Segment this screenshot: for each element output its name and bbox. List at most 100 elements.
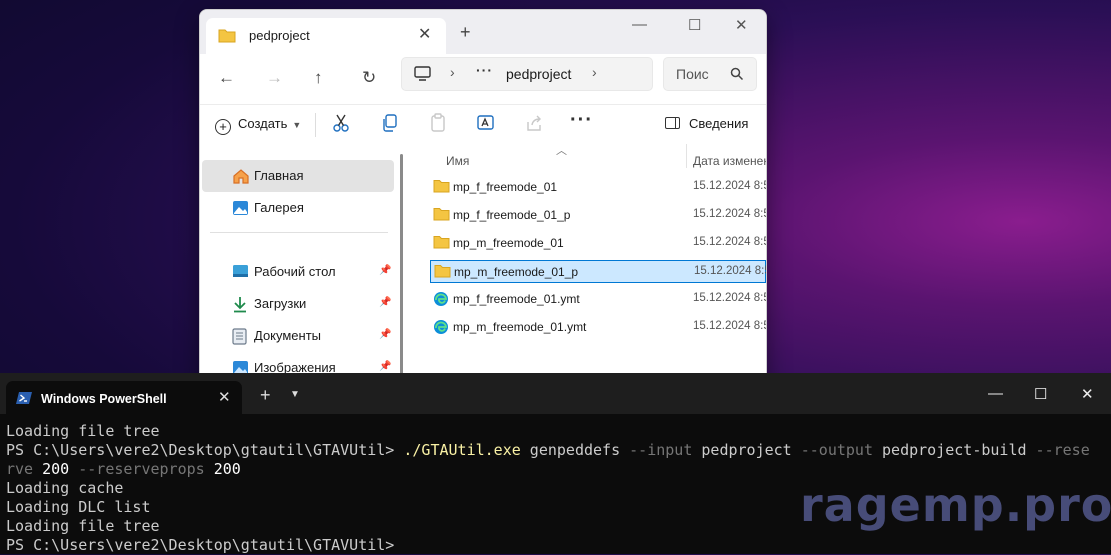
file-name: mp_m_freemode_01.ymt <box>453 320 587 334</box>
pin-icon[interactable]: 📌 <box>379 361 391 372</box>
command-flag: --rese <box>1035 441 1090 459</box>
sidebar-scrollbar[interactable] <box>398 144 408 390</box>
refresh-button[interactable]: ↻ <box>362 68 376 88</box>
column-header-name[interactable]: Имя <box>446 154 469 168</box>
file-row[interactable]: mp_m_freemode_01 15.12.2024 8:5 <box>430 232 766 255</box>
sidebar-item-gallery[interactable]: Галерея <box>202 192 394 224</box>
column-divider[interactable] <box>686 144 687 168</box>
navigation-pane: Главная Галерея Рабочий стол 📌 Загрузки … <box>200 144 398 390</box>
close-window-button[interactable]: ✕ <box>735 16 748 34</box>
details-pane-icon <box>665 117 680 129</box>
folder-icon <box>434 265 451 278</box>
cut-icon[interactable] <box>332 113 350 133</box>
powershell-icon <box>16 392 32 404</box>
sidebar-item-label: Галерея <box>254 200 304 215</box>
chevron-right-icon[interactable]: › <box>450 64 455 80</box>
file-row[interactable]: mp_m_freemode_01.ymt 15.12.2024 8:5 <box>430 316 766 339</box>
create-button[interactable]: + Создать ▼ <box>215 116 301 135</box>
file-date: 15.12.2024 8:5 <box>693 292 767 304</box>
terminal-titlebar: Windows PowerShell ✕ + ▼ — ☐ ✕ <box>0 373 1111 414</box>
pin-icon[interactable]: 📌 <box>379 297 391 308</box>
search-box[interactable]: Поис <box>663 57 757 91</box>
close-window-button[interactable]: ✕ <box>1081 385 1094 403</box>
create-label: Создать <box>238 116 288 131</box>
file-row[interactable]: mp_f_freemode_01.ymt 15.12.2024 8:5 <box>430 288 766 311</box>
more-options-button[interactable]: ··· <box>570 109 593 132</box>
file-row[interactable]: mp_f_freemode_01_p 15.12.2024 8:5 <box>430 204 766 227</box>
documents-icon <box>232 328 247 345</box>
terminal-tab-title: Windows PowerShell <box>41 392 167 406</box>
explorer-tab[interactable]: pedproject ✕ <box>206 18 446 54</box>
terminal-command-line: rve 200 --reserveprops 200 <box>6 460 1106 479</box>
details-button[interactable]: Сведения <box>665 116 748 131</box>
command-arg: 200 <box>204 460 241 478</box>
edge-file-icon <box>434 292 448 306</box>
prompt: PS C:\Users\vere2\Desktop\gtautil\GTAVUt… <box>6 441 404 459</box>
sidebar-item-label: Рабочий стол <box>254 264 336 279</box>
sidebar-item-label: Главная <box>254 168 304 183</box>
breadcrumb-overflow[interactable]: ··· <box>476 62 493 78</box>
sidebar-item-label: Документы <box>254 328 322 343</box>
file-name: mp_f_freemode_01.ymt <box>453 292 580 306</box>
breadcrumb-current[interactable]: pedproject <box>506 66 571 82</box>
command-flag: --output <box>800 441 873 459</box>
pin-icon[interactable]: 📌 <box>379 265 391 276</box>
command-flag: --input <box>629 441 693 459</box>
new-tab-button[interactable]: + <box>460 22 471 43</box>
edge-file-icon <box>434 320 448 334</box>
search-icon[interactable] <box>730 67 744 81</box>
explorer-content: Главная Галерея Рабочий стол 📌 Загрузки … <box>200 144 766 390</box>
details-label: Сведения <box>689 116 749 131</box>
new-tab-button[interactable]: + <box>260 385 271 406</box>
pin-icon[interactable]: 📌 <box>379 329 391 340</box>
paste-icon[interactable] <box>429 113 447 133</box>
address-bar[interactable]: › ··· pedproject › <box>401 57 653 91</box>
maximize-button[interactable]: ☐ <box>688 16 701 34</box>
sidebar-item-documents[interactable]: Документы 📌 <box>202 320 394 352</box>
command-bar: + Создать ▼ ··· Сведения <box>200 104 766 145</box>
command-arg: pedproject-build <box>872 441 1036 459</box>
sidebar-item-home[interactable]: Главная <box>202 160 394 192</box>
file-list: ︿ Имя Дата изменен mp_f_freemode_01 15.1… <box>420 144 766 390</box>
minimize-button[interactable]: — <box>632 16 647 33</box>
file-name: mp_f_freemode_01_p <box>453 208 571 222</box>
file-date: 15.12.2024 8:5 <box>693 208 767 220</box>
command-arg: 200 <box>33 460 79 478</box>
close-tab-icon[interactable]: ✕ <box>418 24 431 44</box>
sort-ascending-icon: ︿ <box>556 145 567 157</box>
sidebar-item-desktop[interactable]: Рабочий стол 📌 <box>202 256 394 288</box>
file-row[interactable]: mp_f_freemode_01 15.12.2024 8:5 <box>430 176 766 199</box>
toolbar-divider <box>315 113 316 137</box>
downloads-icon <box>234 297 246 313</box>
sidebar-divider <box>210 232 388 233</box>
minimize-button[interactable]: — <box>988 385 1003 402</box>
terminal-tab[interactable]: Windows PowerShell ✕ <box>6 381 242 414</box>
forward-button[interactable]: → <box>266 68 283 88</box>
file-row-selected[interactable]: mp_m_freemode_01_p 15.12.2024 8:5 <box>430 260 766 283</box>
terminal-line: Loading file tree <box>6 422 160 440</box>
file-name: mp_f_freemode_01 <box>453 180 558 194</box>
scrollbar-thumb[interactable] <box>400 154 403 379</box>
back-button[interactable]: ← <box>218 68 235 88</box>
explorer-tab-title: pedproject <box>249 28 310 43</box>
file-date: 15.12.2024 8:5 <box>693 236 767 248</box>
up-button[interactable]: ↑ <box>314 68 323 88</box>
share-icon[interactable] <box>525 113 543 133</box>
file-date: 15.12.2024 8:5 <box>693 180 767 192</box>
chevron-down-icon[interactable]: ▼ <box>290 389 300 400</box>
maximize-button[interactable]: ☐ <box>1034 385 1047 403</box>
sidebar-item-downloads[interactable]: Загрузки 📌 <box>202 288 394 320</box>
column-header-date[interactable]: Дата изменен <box>693 154 766 168</box>
sidebar-item-label: Загрузки <box>254 296 307 311</box>
copy-icon[interactable] <box>381 113 399 133</box>
chevron-right-icon[interactable]: › <box>592 64 597 80</box>
explorer-titlebar: pedproject ✕ + — ☐ ✕ <box>200 10 766 54</box>
close-tab-icon[interactable]: ✕ <box>218 388 231 406</box>
monitor-icon <box>414 66 431 81</box>
search-placeholder: Поис <box>676 66 709 82</box>
folder-icon <box>433 180 450 193</box>
rename-icon[interactable] <box>477 113 495 133</box>
folder-icon <box>433 208 450 221</box>
terminal-command-line: PS C:\Users\vere2\Desktop\gtautil\GTAVUt… <box>6 441 1106 460</box>
folder-icon <box>218 29 236 43</box>
